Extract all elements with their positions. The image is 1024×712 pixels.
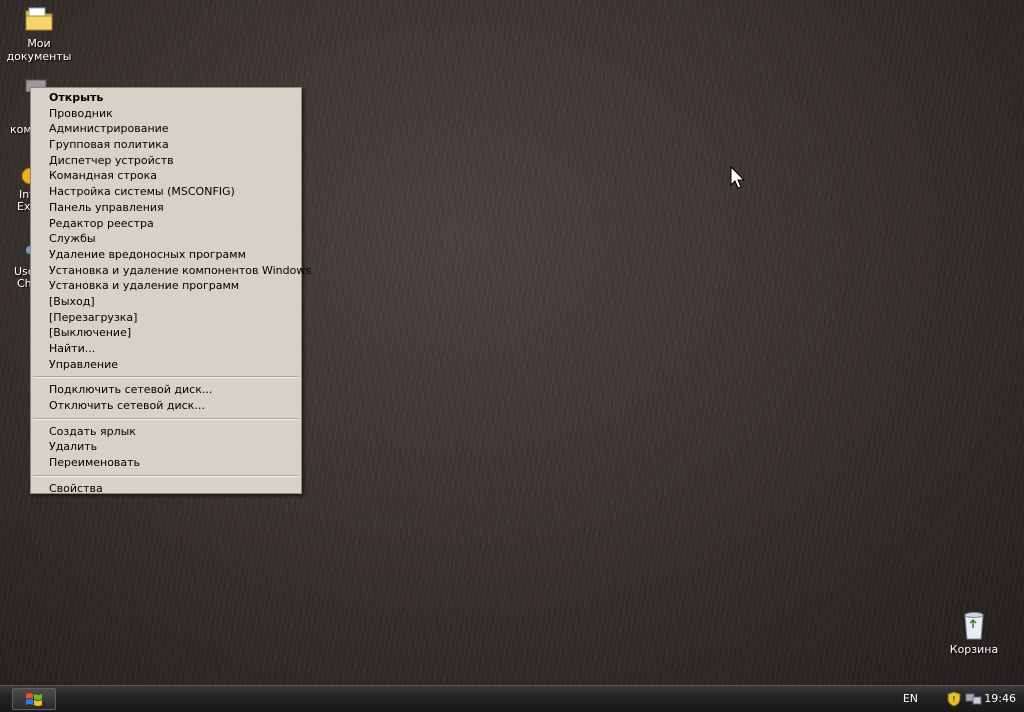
desktop-context-menu: Открыть Проводник Администрирование Груп… xyxy=(30,87,311,497)
menu-item-administration[interactable]: Администрирование xyxy=(31,121,301,137)
menu-item-msconfig[interactable]: Настройка системы (MSCONFIG) xyxy=(31,184,301,200)
menu-item-manage[interactable]: Управление xyxy=(31,357,301,373)
menu-item-add-remove-programs[interactable]: Установка и удаление программ xyxy=(31,278,301,294)
menu-item-command-prompt[interactable]: Командная строка xyxy=(31,168,301,184)
menu-item-control-panel[interactable]: Панель управления xyxy=(31,200,301,216)
menu-separator xyxy=(33,474,299,477)
menu-item-logoff[interactable]: [Выход] xyxy=(31,294,301,310)
folder-documents-icon xyxy=(25,7,53,31)
menu-item-disconnect-network-drive[interactable]: Отключить сетевой диск... xyxy=(31,398,301,414)
my-documents-label-line1: Мои xyxy=(27,37,51,50)
menu-separator xyxy=(33,417,299,420)
my-computer-partial-label: кoм xyxy=(10,123,32,136)
security-shield-icon[interactable]: ! xyxy=(947,691,961,707)
language-indicator[interactable]: EN xyxy=(903,692,918,705)
menu-item-rename[interactable]: Переименовать xyxy=(31,455,301,471)
network-icon[interactable] xyxy=(965,691,983,707)
menu-item-malware-removal[interactable]: Удаление вредоносных программ xyxy=(31,247,301,263)
svg-text:!: ! xyxy=(952,695,955,704)
menu-item-device-manager[interactable]: Диспетчер устройств xyxy=(31,153,301,169)
menu-item-restart[interactable]: [Перезагрузка] xyxy=(31,310,301,326)
taskbar-clock[interactable]: 19:46 xyxy=(984,692,1016,705)
ie-partial-label-2: Ex xyxy=(17,200,31,213)
recycle-bin-desktop-icon[interactable]: Корзина xyxy=(939,609,1009,656)
recycle-bin-icon xyxy=(964,612,984,640)
menu-item-explorer[interactable]: Проводник xyxy=(31,106,301,122)
my-documents-desktop-icon[interactable]: Мои документы xyxy=(4,3,74,63)
recycle-bin-label: Корзина xyxy=(949,643,999,656)
menu-item-properties[interactable]: Свойства xyxy=(31,481,301,497)
menu-item-windows-components[interactable]: Установка и удаление компонентов Windows xyxy=(31,263,311,279)
menu-item-map-network-drive[interactable]: Подключить сетевой диск... xyxy=(31,382,301,398)
my-documents-label-line2: документы xyxy=(6,50,72,63)
taskbar: EN ! 19:46 xyxy=(0,685,1024,712)
windows-flag-icon xyxy=(26,693,42,706)
menu-item-open[interactable]: Открыть xyxy=(31,90,301,106)
start-button[interactable] xyxy=(12,688,56,710)
desktop[interactable]: Мои документы кoм Int Ex Use Ch Корзина … xyxy=(0,0,1024,685)
menu-item-services[interactable]: Службы xyxy=(31,231,301,247)
menu-item-group-policy[interactable]: Групповая политика xyxy=(31,137,301,153)
menu-item-registry-editor[interactable]: Редактор реестра xyxy=(31,216,301,232)
menu-item-create-shortcut[interactable]: Создать ярлык xyxy=(31,424,301,440)
mouse-cursor-icon xyxy=(730,166,746,189)
menu-item-shutdown[interactable]: [Выключение] xyxy=(31,325,301,341)
menu-separator xyxy=(33,376,299,379)
menu-item-delete[interactable]: Удалить xyxy=(31,439,301,455)
menu-item-search[interactable]: Найти... xyxy=(31,341,301,357)
